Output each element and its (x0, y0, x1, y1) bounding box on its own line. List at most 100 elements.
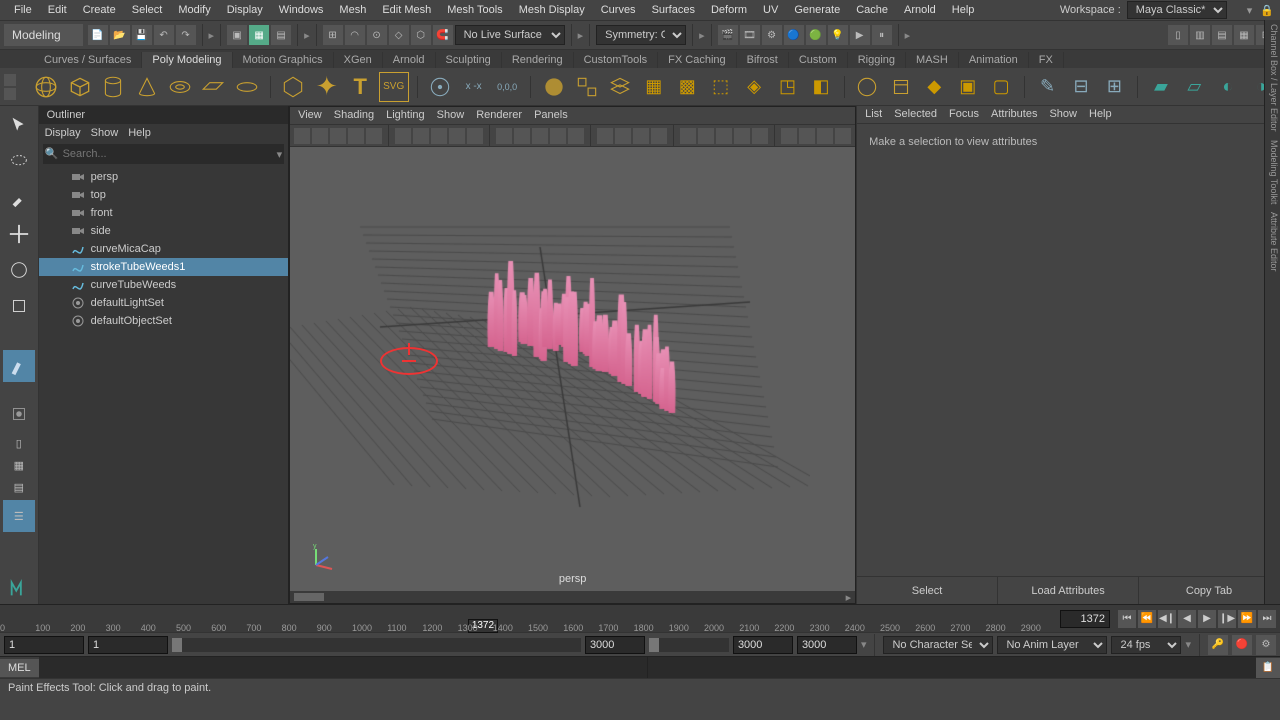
set-key-button[interactable]: 🔴 (1232, 635, 1252, 655)
dropdown-icon[interactable]: ▾ (861, 638, 867, 651)
menu-cache[interactable]: Cache (848, 1, 896, 19)
menu-edit[interactable]: Edit (40, 1, 75, 19)
outliner-item[interactable]: defaultLightSet (39, 294, 289, 312)
command-input[interactable] (39, 657, 647, 678)
menu-deform[interactable]: Deform (703, 1, 755, 19)
snap-point-button[interactable]: ⊙ (367, 25, 387, 45)
anim-prefs-button[interactable]: ⚙ (1256, 635, 1276, 655)
target-weld-icon[interactable]: ▢ (986, 72, 1015, 102)
connect-icon[interactable]: ⊞ (1100, 72, 1129, 102)
go-to-end-button[interactable]: ⏭ (1258, 610, 1276, 628)
origin-icon[interactable]: 0,0,0 (492, 72, 521, 102)
poly-plane-icon[interactable] (199, 72, 228, 102)
viewport-toggle-22[interactable] (734, 128, 750, 144)
menu-mesh-display[interactable]: Mesh Display (511, 1, 593, 19)
outliner-item[interactable]: defaultObjectSet (39, 312, 289, 330)
viewport-toggle-25[interactable] (799, 128, 815, 144)
mirror-icon[interactable] (853, 72, 882, 102)
merge-icon[interactable]: ▣ (953, 72, 982, 102)
shelf-tab-arnold[interactable]: Arnold (383, 52, 436, 68)
side-tab-channel-box---layer-editor[interactable]: Channel Box / Layer Editor (1269, 24, 1279, 132)
viewport-menu-shading[interactable]: Shading (334, 109, 374, 122)
outliner-search-input[interactable] (59, 146, 277, 162)
insert-edge-icon[interactable]: ⊟ (1066, 72, 1095, 102)
menu-curves[interactable]: Curves (593, 1, 644, 19)
boolean-icon[interactable]: ▩ (673, 72, 702, 102)
menu-display[interactable]: Display (219, 1, 271, 19)
viewport-menu-renderer[interactable]: Renderer (476, 109, 522, 122)
rotate-tool[interactable] (3, 254, 35, 286)
shelf-tab-curves---surfaces[interactable]: Curves / Surfaces (34, 52, 142, 68)
time-ruler[interactable]: 1372 01002003004005006007008009001000110… (0, 605, 1056, 633)
menu-create[interactable]: Create (75, 1, 124, 19)
playback-end-outer[interactable] (733, 636, 793, 654)
save-scene-button[interactable]: 💾 (132, 25, 152, 45)
arrow-right-icon[interactable]: ▸ (304, 29, 310, 42)
panel-layout-1-button[interactable]: ▯ (1168, 25, 1188, 45)
dropdown-icon[interactable]: ▾ (277, 148, 283, 161)
light-editor-button[interactable]: 💡 (828, 25, 848, 45)
shelf-tab-motion-graphics[interactable]: Motion Graphics (233, 52, 334, 68)
extrude-icon[interactable]: ◆ (920, 72, 949, 102)
viewport-toggle-11[interactable] (514, 128, 530, 144)
poly-cone-icon[interactable] (132, 72, 161, 102)
viewport-menu-lighting[interactable]: Lighting (386, 109, 425, 122)
viewport-menu-view[interactable]: View (298, 109, 322, 122)
poly-cylinder-icon[interactable] (98, 72, 127, 102)
select-hierarchy-button[interactable]: ▦ (249, 25, 269, 45)
snap-plane-button[interactable]: ◇ (389, 25, 409, 45)
play-forward-button[interactable]: ▶ (1198, 610, 1216, 628)
poly-torus-icon[interactable] (165, 72, 194, 102)
shelf-tab-rendering[interactable]: Rendering (502, 52, 574, 68)
menu-surfaces[interactable]: Surfaces (644, 1, 703, 19)
shelf-options[interactable] (4, 74, 28, 100)
viewport-toggle-7[interactable] (431, 128, 447, 144)
viewport-toggle-16[interactable] (615, 128, 631, 144)
playback-start-inner[interactable] (88, 636, 168, 654)
quad-draw-icon[interactable]: ▰ (1146, 72, 1175, 102)
hypershade-button[interactable]: 🔵 (784, 25, 804, 45)
arrow-right-icon[interactable]: ▸ (905, 29, 911, 42)
show-manip-tool[interactable] (3, 398, 35, 430)
side-tab-attribute-editor[interactable]: Attribute Editor (1269, 212, 1279, 272)
viewport-toggle-9[interactable] (467, 128, 483, 144)
shelf-tab-custom[interactable]: Custom (789, 52, 848, 68)
go-to-start-button[interactable]: ⏮ (1118, 610, 1136, 628)
paint-effects-tool[interactable] (3, 350, 35, 382)
outliner-menu-display[interactable]: Display (45, 127, 81, 139)
panel-layout-2-button[interactable]: ▥ (1190, 25, 1210, 45)
snap-curve-button[interactable]: ◠ (345, 25, 365, 45)
viewport-toggle-18[interactable] (651, 128, 667, 144)
playblast-button[interactable]: ▶ (850, 25, 870, 45)
render-frame-button[interactable]: 🎬 (718, 25, 738, 45)
copy-tab-button[interactable]: Copy Tab (1139, 577, 1280, 604)
smooth-icon[interactable]: ▦ (639, 72, 668, 102)
viewport-toggle-13[interactable] (550, 128, 566, 144)
attr-menu-attributes[interactable]: Attributes (991, 108, 1037, 121)
arrow-right-icon[interactable]: ▸ (578, 29, 584, 42)
script-language-label[interactable]: MEL (0, 659, 39, 677)
layout-single-button[interactable]: ▯ (3, 434, 35, 452)
platonic-icon[interactable] (279, 72, 308, 102)
viewport-toggle-23[interactable] (752, 128, 768, 144)
viewport-toggle-20[interactable] (698, 128, 714, 144)
panel-layout-3-button[interactable]: ▤ (1212, 25, 1232, 45)
viewport-menu-panels[interactable]: Panels (534, 109, 568, 122)
workspace-select[interactable]: Maya Classic* (1127, 1, 1227, 19)
viewport-toggle-12[interactable] (532, 128, 548, 144)
playback-end-inner[interactable] (585, 636, 645, 654)
playback-end-outer2[interactable] (797, 636, 857, 654)
collapse-icon[interactable]: ◧ (806, 72, 835, 102)
viewport-toggle-4[interactable] (366, 128, 382, 144)
step-forward-key-button[interactable]: ⏩ (1238, 610, 1256, 628)
menu-set-combo[interactable]: Modeling (4, 24, 83, 46)
viewport-toggle-5[interactable] (395, 128, 411, 144)
viewport-toggle-2[interactable] (330, 128, 346, 144)
poly-sphere-icon[interactable] (32, 72, 61, 102)
shelf-tab-mash[interactable]: MASH (906, 52, 959, 68)
viewport-toggle-8[interactable] (449, 128, 465, 144)
super-shape-icon[interactable]: ✦ (312, 72, 341, 102)
svg-import-icon[interactable]: SVG (379, 72, 409, 102)
outliner-item[interactable]: curveTubeWeeds (39, 276, 289, 294)
side-tab-modeling-toolkit[interactable]: Modeling Toolkit (1269, 140, 1279, 204)
